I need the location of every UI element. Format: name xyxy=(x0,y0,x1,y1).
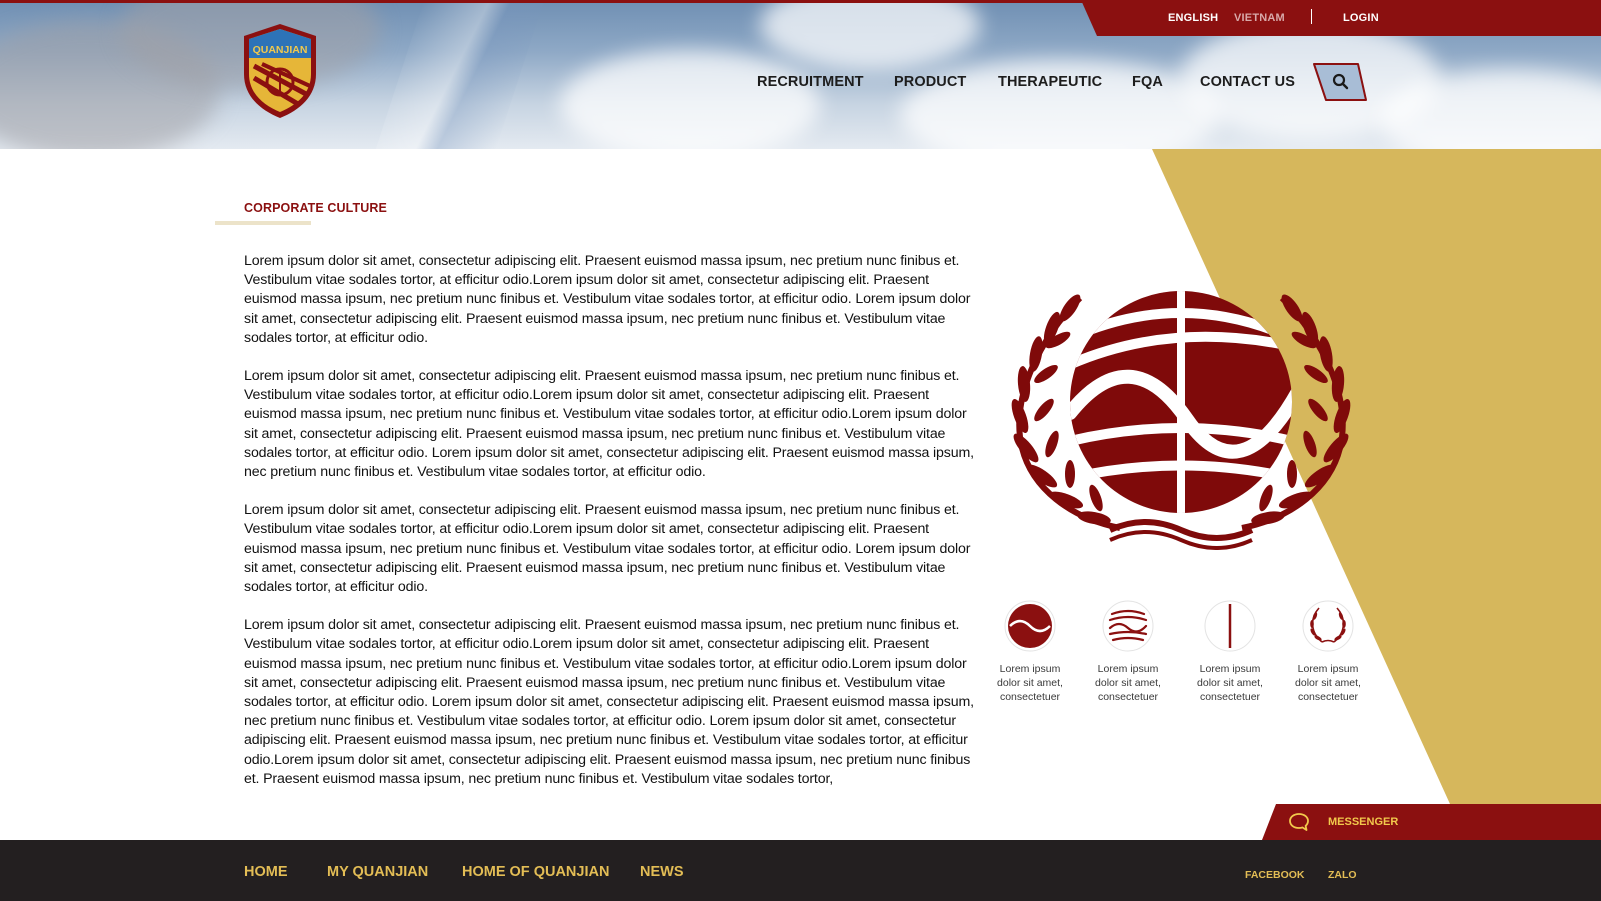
vertical-line-icon xyxy=(1204,600,1256,652)
section-title: CORPORATE CULTURE xyxy=(244,201,387,215)
footer-link-home[interactable]: HOME xyxy=(244,864,288,880)
waves-icon xyxy=(1102,600,1154,652)
globe-icon xyxy=(1004,600,1056,652)
top-utility-bar: ENGLISH VIETNAM LOGIN xyxy=(1081,0,1601,36)
messenger-label: MESSENGER xyxy=(1328,816,1399,828)
search-button[interactable] xyxy=(1312,62,1368,102)
quanjian-logo[interactable]: QUANJIAN xyxy=(240,22,320,120)
logo-text: QUANJIAN xyxy=(253,44,308,56)
article-paragraph: Lorem ipsum dolor sit amet, consectetur … xyxy=(244,617,974,787)
nav-item-contact-us[interactable]: CONTACT US xyxy=(1200,74,1295,90)
feature-caption: Lorem ipsum dolor sit amet, consectetuer xyxy=(1095,663,1161,703)
feature-item: Lorem ipsum dolor sit amet, consectetuer xyxy=(1288,600,1368,704)
language-english-link[interactable]: ENGLISH xyxy=(1168,12,1218,24)
sky-cloud xyxy=(760,0,980,70)
header-banner: QUANJIAN ENGLISH VIETNAM LOGIN RECRUITME… xyxy=(0,0,1601,149)
article-paragraph: Lorem ipsum dolor sit amet, consectetur … xyxy=(244,368,974,481)
footer-link-news[interactable]: NEWS xyxy=(640,864,684,880)
login-link[interactable]: LOGIN xyxy=(1343,12,1379,24)
nav-item-fqa[interactable]: FQA xyxy=(1132,74,1163,90)
laurel-icon xyxy=(1302,600,1354,652)
messenger-button[interactable]: MESSENGER xyxy=(1262,804,1601,840)
nav-item-product[interactable]: PRODUCT xyxy=(894,74,966,90)
feature-icons-row: Lorem ipsum dolor sit amet, consectetuer… xyxy=(990,600,1370,710)
section-title-underline xyxy=(215,221,311,225)
feature-caption: Lorem ipsum dolor sit amet, consectetuer xyxy=(997,663,1063,703)
feature-caption: Lorem ipsum dolor sit amet, consectetuer xyxy=(1295,663,1361,703)
footer: HOME MY QUANJIAN HOME OF QUANJIAN NEWS F… xyxy=(0,840,1601,901)
footer-link-my-quanjian[interactable]: MY QUANJIAN xyxy=(327,864,428,880)
article-paragraph: Lorem ipsum dolor sit amet, consectetur … xyxy=(244,253,971,346)
nav-item-recruitment[interactable]: RECRUITMENT xyxy=(757,74,864,90)
footer-link-home-of-quanjian[interactable]: HOME OF QUANJIAN xyxy=(462,864,609,880)
feature-item: Lorem ipsum dolor sit amet, consectetuer xyxy=(1190,600,1270,704)
sky-cloud xyxy=(560,50,820,149)
topbar-divider xyxy=(1311,9,1312,24)
footer-social-facebook[interactable]: FACEBOOK xyxy=(1245,869,1305,881)
article-paragraph: Lorem ipsum dolor sit amet, consectetur … xyxy=(244,502,971,596)
globe-laurel-emblem xyxy=(1011,291,1351,550)
feature-caption: Lorem ipsum dolor sit amet, consectetuer xyxy=(1197,663,1263,703)
article-body: Lorem ipsum dolor sit amet, consectetur … xyxy=(244,252,979,792)
feature-item: Lorem ipsum dolor sit amet, consectetuer xyxy=(1088,600,1168,704)
chat-bubble-icon xyxy=(1289,813,1309,831)
language-vietnam-link[interactable]: VIETNAM xyxy=(1234,12,1285,24)
feature-item: Lorem ipsum dolor sit amet, consectetuer xyxy=(990,600,1070,704)
banner-light-stripe xyxy=(375,0,545,149)
nav-item-therapeutic[interactable]: THERAPEUTIC xyxy=(998,74,1102,90)
footer-social-zalo[interactable]: ZALO xyxy=(1328,869,1357,881)
